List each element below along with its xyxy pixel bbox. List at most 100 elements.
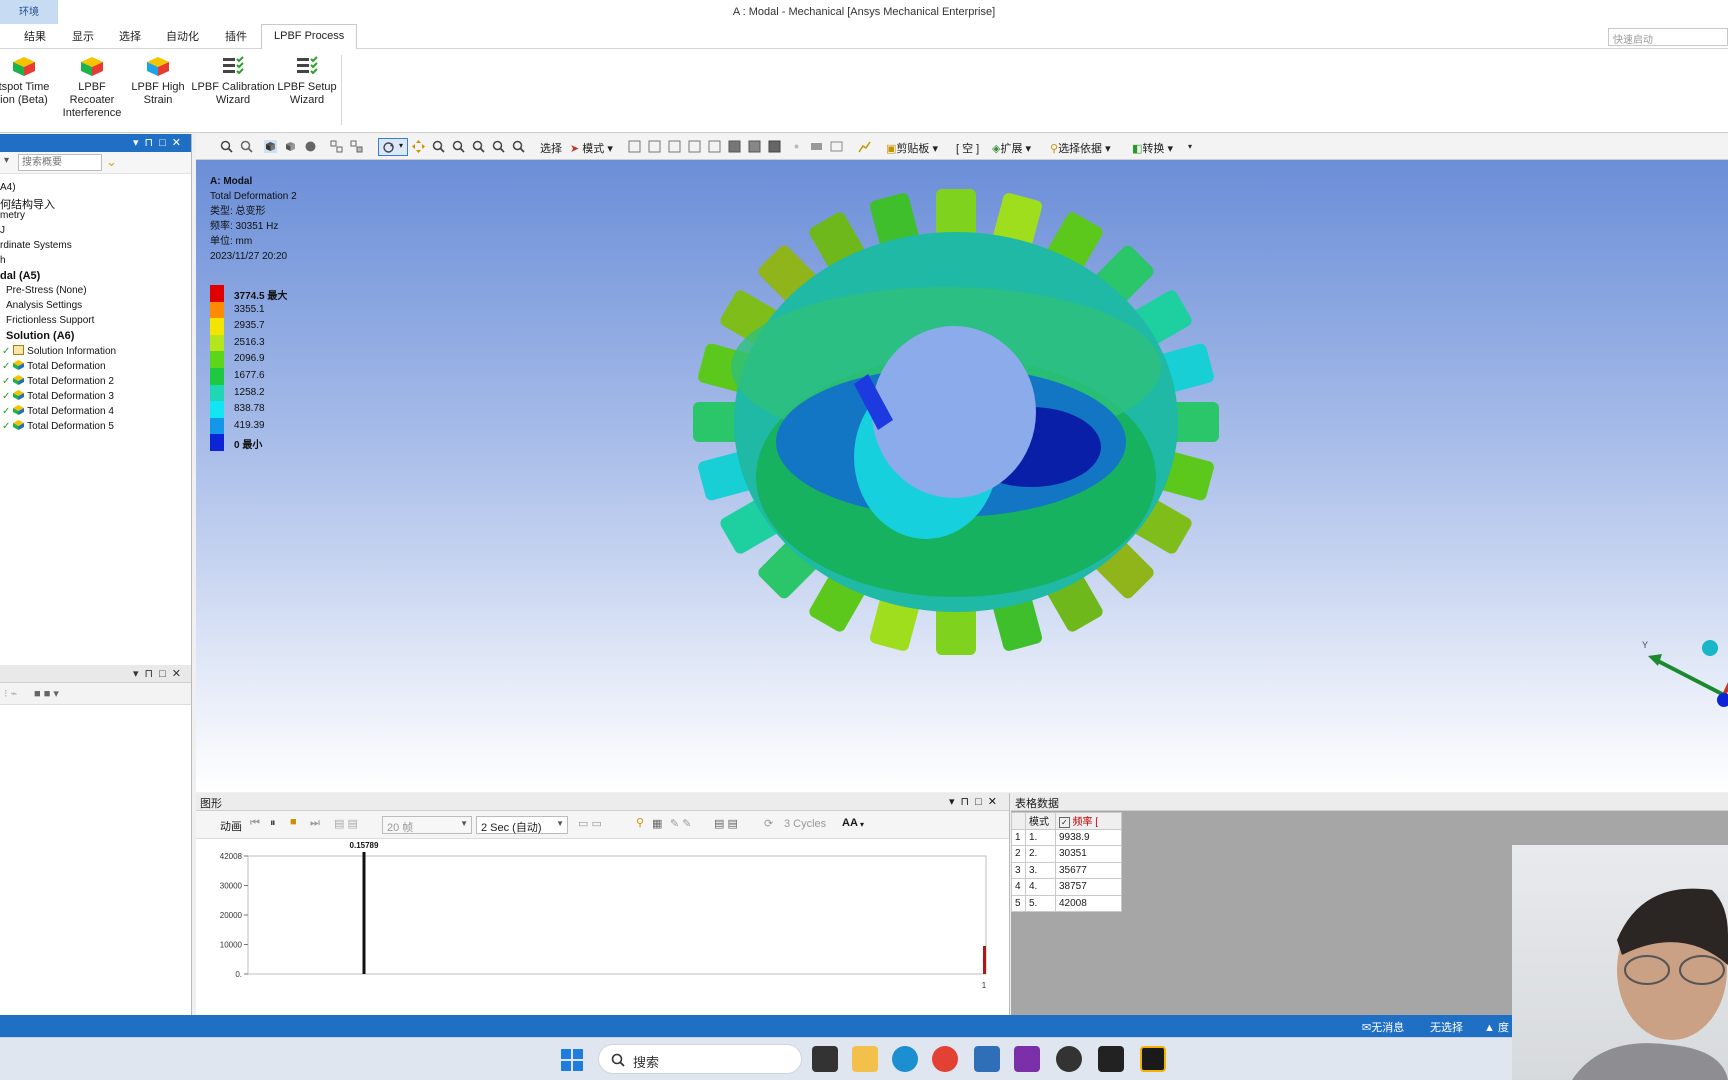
tree-row-total-deformation-5[interactable]: ✓ Total Deformation 5 xyxy=(2,420,114,432)
table-row[interactable]: 5 5. 42008 xyxy=(1011,894,1122,912)
tab-selection[interactable]: 选择 xyxy=(119,28,141,44)
rotate-mode-button[interactable]: ▾ xyxy=(378,138,408,156)
lpbf-high-strain-button[interactable]: LPBF High Strain xyxy=(130,55,186,107)
tree-item-frictionless-support[interactable]: Frictionless Support xyxy=(6,315,94,326)
tree-item-modal-a5[interactable]: dal (A5) xyxy=(0,270,40,282)
select-mesh-face-icon[interactable] xyxy=(748,140,761,153)
chrome-browser-icon[interactable] xyxy=(932,1046,958,1072)
zoom-in-icon[interactable] xyxy=(220,140,233,153)
pan-icon[interactable] xyxy=(412,140,425,153)
toolbar-overflow-icon[interactable]: ▾ xyxy=(1188,142,1192,151)
tree-item-materials[interactable]: J xyxy=(0,225,5,236)
quick-launch-input[interactable]: 快速启动 xyxy=(1608,28,1728,46)
previous-view-icon[interactable] xyxy=(512,140,525,153)
tree-row-total-deformation[interactable]: ✓ Total Deformation xyxy=(2,360,106,372)
extend-adjacent-icon[interactable] xyxy=(790,140,803,153)
mode-column-header[interactable]: 模式 xyxy=(1025,812,1056,830)
tab-automation[interactable]: 自动化 xyxy=(166,28,199,44)
zoom-icon[interactable]: ⚲ xyxy=(636,816,644,829)
antialias-button[interactable]: AA xyxy=(842,817,858,829)
panel-window-controls[interactable]: ▾⊓□✕ xyxy=(133,136,187,149)
table-row[interactable]: 3 3. 35677 xyxy=(1011,861,1122,879)
dropdown-arrow-icon[interactable]: ▾ xyxy=(860,820,864,829)
table-row[interactable]: 2 2. 30351 xyxy=(1011,845,1122,863)
task-view-icon[interactable] xyxy=(812,1046,838,1072)
zoom-out-icon[interactable] xyxy=(240,140,253,153)
vertex-select-icon[interactable] xyxy=(350,140,363,153)
edge-select-icon[interactable] xyxy=(330,140,343,153)
checkbox-checked-icon[interactable]: ✓ xyxy=(1059,817,1070,829)
tree-item-coordinate-systems[interactable]: rdinate Systems xyxy=(0,240,72,251)
messages-status[interactable]: ✉无消息 xyxy=(1362,1019,1404,1035)
filter-chevron-icon[interactable]: ⌄ xyxy=(106,154,117,170)
solid-view-icon[interactable] xyxy=(264,140,277,153)
tree-item-solution-a6[interactable]: Solution (A6) xyxy=(6,330,74,342)
tab-addins[interactable]: 插件 xyxy=(225,28,247,44)
taskbar-search[interactable]: 搜索 xyxy=(598,1044,802,1074)
outline-search-input[interactable] xyxy=(18,154,102,171)
graph-icon[interactable] xyxy=(858,140,871,153)
select-mesh-icon[interactable] xyxy=(728,140,741,153)
duration-select[interactable]: 2 Sec (自动) ▼ xyxy=(476,816,568,834)
tree-item-pre-stress[interactable]: Pre-Stress (None) xyxy=(6,285,87,296)
mode-dropdown[interactable]: ➤ 模式 ▾ xyxy=(570,140,613,156)
lpbf-calibration-wizard-button[interactable]: LPBF Calibration Wizard xyxy=(191,55,275,107)
edge-browser-icon[interactable] xyxy=(892,1046,918,1072)
cube-icon[interactable]: ■ ■ ▾ xyxy=(34,687,59,700)
tool-icon[interactable]: ⁝ ⌁ xyxy=(4,687,17,700)
tree-row-total-deformation-4[interactable]: ✓ Total Deformation 4 xyxy=(2,405,114,417)
select-volume-icon[interactable] xyxy=(768,140,781,153)
distributed-icon[interactable]: ▭ ▭ xyxy=(578,817,602,830)
cube-view-icon[interactable] xyxy=(284,140,297,153)
body-view-icon[interactable] xyxy=(304,140,317,153)
extend-dropdown[interactable]: ◈扩展 ▾ xyxy=(992,140,1031,156)
lpbf-recoater-interference-button[interactable]: LPBF Recoater Interference xyxy=(56,55,128,120)
last-frame-icon[interactable]: ⏭ xyxy=(310,817,320,830)
frequency-table[interactable]: 模式 ✓ 频率 [ 1 1. 9938.9 2 2. 30351 3 3. 35677 44… xyxy=(1011,812,1122,912)
frequency-column-header[interactable]: ✓ 频率 [ xyxy=(1055,812,1122,830)
panel-window-controls[interactable]: ▾⊓□✕ xyxy=(133,667,187,680)
zoom-icon[interactable] xyxy=(432,140,445,153)
hotspot-time-button[interactable]: tspot Time ion (Beta) xyxy=(0,55,54,107)
tab-results[interactable]: 结果 xyxy=(24,28,46,44)
frames-select[interactable]: 20 帧 ▼ xyxy=(382,816,472,834)
select-tangent-icon[interactable] xyxy=(810,140,823,153)
tree-item-model[interactable]: A4) xyxy=(0,182,16,193)
magnifier-icon[interactable] xyxy=(492,140,505,153)
table-icon[interactable]: ▤ ▤ xyxy=(714,817,738,830)
clipboard-dropdown[interactable]: ▣剪贴板 ▾ xyxy=(886,140,938,156)
dropdown-arrow-icon[interactable]: ▾ xyxy=(4,155,9,166)
onenote-icon[interactable] xyxy=(1014,1046,1040,1072)
tree-item-geometry[interactable]: metry xyxy=(0,210,25,221)
export-icon[interactable]: ▤ ▤ xyxy=(334,817,358,830)
tab-lpbf-process[interactable]: LPBF Process xyxy=(261,24,358,50)
lpbf-setup-wizard-button[interactable]: LPBF Setup Wizard xyxy=(277,55,337,107)
pause-icon[interactable]: ⏸ xyxy=(270,817,276,830)
units-status[interactable]: ▲ 度 xyxy=(1484,1019,1509,1035)
tool-icon[interactable]: ✎ ✎ xyxy=(670,817,692,830)
windows-start-icon[interactable] xyxy=(560,1048,584,1072)
zoom-to-fit-icon[interactable] xyxy=(472,140,485,153)
select-edge-icon[interactable] xyxy=(648,140,661,153)
cycles-select[interactable]: 3 Cycles xyxy=(780,816,832,834)
gear-model[interactable] xyxy=(676,162,1236,722)
stop-icon[interactable]: ■ xyxy=(290,816,297,828)
tree-row-total-deformation-2[interactable]: ✓ Total Deformation 2 xyxy=(2,375,114,387)
table-row[interactable]: 4 4. 38757 xyxy=(1011,878,1122,896)
first-frame-icon[interactable]: ⏮ xyxy=(250,817,260,830)
select-element-icon[interactable] xyxy=(708,140,721,153)
select-all-icon[interactable] xyxy=(830,140,843,153)
media-app-icon[interactable] xyxy=(1056,1046,1082,1072)
select-node-icon[interactable] xyxy=(688,140,701,153)
grid-icon[interactable]: ▦ xyxy=(652,817,662,830)
workbench-icon[interactable] xyxy=(1098,1046,1124,1072)
app-six-icon[interactable] xyxy=(974,1046,1000,1072)
cycles-icon[interactable]: ⟳ xyxy=(764,817,773,830)
box-zoom-icon[interactable] xyxy=(452,140,465,153)
file-explorer-icon[interactable] xyxy=(852,1046,878,1072)
graphics-viewport[interactable]: A: Modal Total Deformation 2 类型: 总变形 频率:… xyxy=(196,160,1728,792)
convert-dropdown[interactable]: ◧转换 ▾ xyxy=(1132,140,1173,156)
mechanical-app-icon[interactable] xyxy=(1140,1046,1166,1072)
tree-item-analysis-settings[interactable]: Analysis Settings xyxy=(6,300,82,311)
table-row[interactable]: 1 1. 9938.9 xyxy=(1011,828,1122,846)
